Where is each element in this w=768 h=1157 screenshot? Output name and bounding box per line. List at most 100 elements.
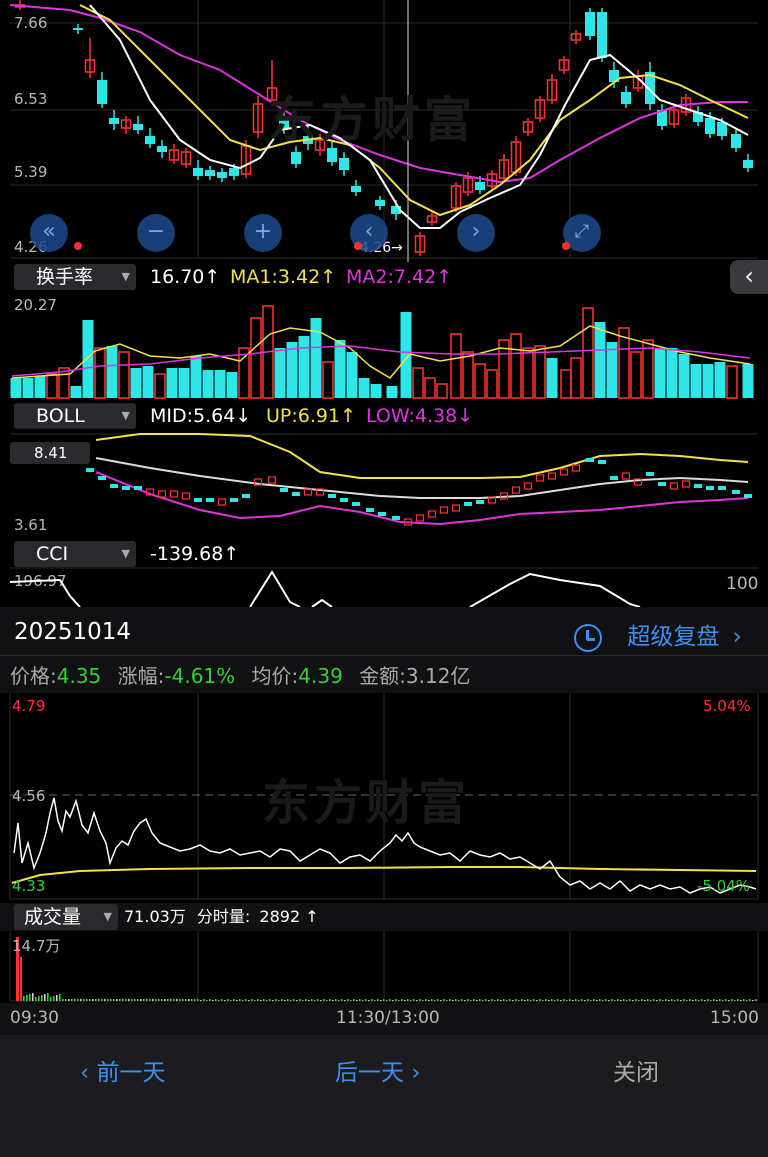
volume-bar [59, 994, 61, 1001]
volume-bar [599, 999, 601, 1001]
volume-bar [161, 999, 163, 1001]
boll-candle [217, 498, 227, 506]
boll-candle [366, 508, 374, 512]
boll-candle [669, 482, 679, 490]
boll-candle [340, 498, 348, 502]
boll-candle [535, 474, 545, 482]
volume-bar [572, 1000, 574, 1001]
volume-bar [197, 999, 199, 1001]
turnover-selector[interactable]: 换手率 ▼ [14, 264, 136, 290]
turnover-bar [142, 366, 154, 398]
turnover-bar [286, 342, 298, 398]
volume-bar [605, 999, 607, 1001]
volume-bar [473, 999, 475, 1001]
volume-bar [701, 999, 703, 1001]
volume-bar [542, 1000, 544, 1001]
volume-bar [515, 999, 517, 1001]
volume-bar [500, 1000, 502, 1001]
volume-bar [596, 1000, 598, 1001]
volume-bar [308, 1000, 310, 1001]
intraday-low-pct-label: -5.04% [697, 877, 751, 895]
time-axis-mid: 11:30/13:00 [336, 1008, 440, 1028]
boll-candle [169, 490, 179, 498]
volume-bar [569, 999, 571, 1001]
turnover-bar [678, 354, 690, 398]
volume-bar [89, 999, 91, 1001]
turnover-bar [702, 364, 714, 398]
turnover-bar [178, 368, 190, 398]
volume-bar [56, 995, 58, 1001]
volume-bar [47, 993, 49, 1001]
double-left-icon[interactable]: « [30, 214, 68, 252]
turnover-bar [274, 348, 286, 398]
zoom-out-icon[interactable]: − [137, 214, 175, 252]
close-button[interactable]: 关闭 [613, 1053, 659, 1087]
volume-bar [179, 999, 181, 1001]
turnover-ma1: MA1:3.42↑ [230, 266, 337, 288]
volume-bar [347, 999, 349, 1001]
volume-bar [437, 999, 439, 1001]
boll-candle [610, 476, 618, 480]
volume-bar [632, 1000, 634, 1001]
boll-candle [415, 514, 425, 522]
volume-bar [350, 1000, 352, 1001]
turnover-bar [94, 347, 106, 399]
volume-bar [212, 1000, 214, 1001]
volume-selector[interactable]: 成交量 ▼ [14, 904, 118, 930]
volume-bar [587, 999, 589, 1001]
volume-bar [245, 999, 247, 1001]
boll-up: UP:6.91↑ [266, 405, 356, 427]
volume-bar [158, 999, 160, 1001]
volume-bar [383, 999, 385, 1001]
volume-bar [146, 999, 148, 1001]
volume-chart: 14.7万 [0, 931, 768, 1003]
turnover-bar [310, 318, 322, 398]
boll-candle [194, 498, 202, 502]
zoom-in-icon[interactable]: + [244, 214, 282, 252]
volume-bar [743, 999, 745, 1001]
volume-bar [104, 999, 106, 1001]
volume-bar [281, 999, 283, 1001]
kline-candle-body [475, 182, 485, 190]
kline-candle-body [73, 28, 83, 30]
prev-day-button[interactable]: ‹ 前一天 [80, 1053, 166, 1087]
volume-bar [128, 999, 130, 1001]
next-day-button[interactable]: 后一天 › [335, 1053, 421, 1087]
boll-candle [476, 500, 484, 504]
cci-selector[interactable]: CCI ▼ [14, 541, 136, 567]
volume-bar [344, 1000, 346, 1001]
volume-bar [644, 1000, 646, 1001]
volume-bar [467, 999, 469, 1001]
turnover-selector-label: 换手率 [36, 266, 94, 288]
kline-chart[interactable]: 东方财富 7.66 6.53 5.39 4.26 4.26→ « − + ‹ ›… [0, 0, 768, 262]
volume-bar [236, 1000, 238, 1001]
red-dot [74, 242, 82, 250]
volume-bar [80, 999, 82, 1001]
chevron-left-icon[interactable]: ‹ [730, 260, 768, 294]
volume-bar [458, 1000, 460, 1001]
volume-bar [71, 999, 73, 1001]
volume-bar [149, 999, 151, 1001]
right-icon[interactable]: › [457, 214, 495, 252]
boll-candle [110, 484, 118, 488]
volume-bar [53, 996, 55, 1001]
volume-bar [224, 1000, 226, 1001]
volume-bar [107, 999, 109, 1001]
turnover-bar [462, 351, 474, 399]
kline-candle-body [621, 92, 631, 104]
super-replay-link[interactable]: 超级复盘 › [574, 617, 742, 652]
boll-candle [658, 482, 666, 486]
volume-bar [227, 999, 229, 1001]
volume-bar [491, 999, 493, 1001]
volume-bar [719, 999, 721, 1001]
volume-bar [191, 999, 193, 1001]
volume-bar [653, 999, 655, 1001]
boll-selector[interactable]: BOLL ▼ [14, 403, 136, 429]
volume-bar [680, 1000, 682, 1001]
turnover-bar [70, 386, 82, 398]
turnover-bar [46, 373, 58, 399]
volume-bar [512, 1000, 514, 1001]
kline-candle-body [205, 170, 215, 176]
kline-candle-body [339, 158, 349, 170]
boll-candle [292, 492, 300, 496]
